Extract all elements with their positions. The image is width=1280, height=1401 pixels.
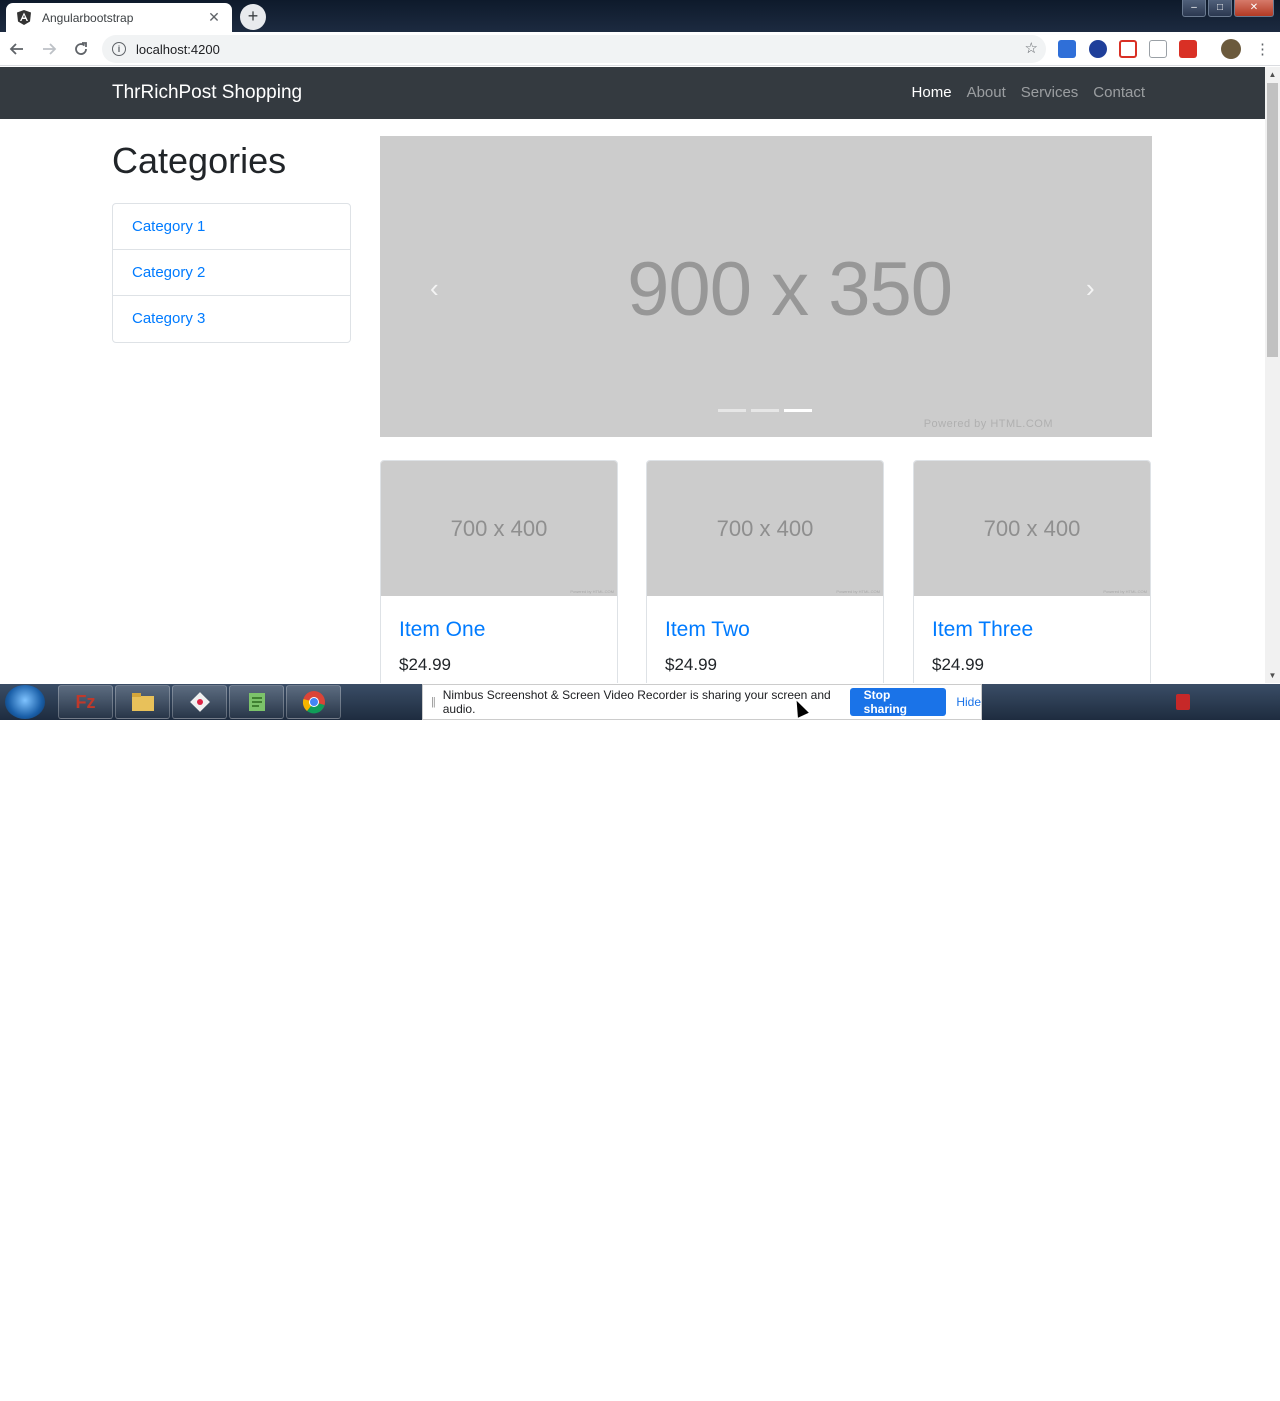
carousel-indicators xyxy=(718,409,817,412)
product-image-text: 700 x 400 xyxy=(983,516,1081,541)
product-image[interactable]: 700 x 400 Powered by HTML.COM xyxy=(914,461,1150,596)
scroll-up-icon[interactable]: ▲ xyxy=(1265,67,1280,82)
carousel-indicator[interactable] xyxy=(751,409,779,412)
window-close-button[interactable]: ✕ xyxy=(1234,0,1274,17)
carousel-indicator-active[interactable] xyxy=(784,409,812,412)
info-icon[interactable]: i xyxy=(112,42,126,56)
cors-extension-icon[interactable] xyxy=(1179,40,1197,58)
stop-sharing-button[interactable]: Stop sharing xyxy=(849,688,947,716)
nav-link-about[interactable]: About xyxy=(967,84,1006,101)
browser-tab[interactable]: Angularbootstrap ✕ xyxy=(6,3,232,32)
shield-extension-icon[interactable] xyxy=(1149,40,1167,58)
scroll-thumb[interactable] xyxy=(1267,83,1278,357)
product-title[interactable]: Item One xyxy=(399,618,485,642)
product-card: 700 x 400 Powered by HTML.COM Item Three… xyxy=(913,460,1151,683)
file-explorer-taskbar-icon[interactable] xyxy=(115,685,170,719)
profile-avatar[interactable] xyxy=(1221,39,1241,59)
tab-title: Angularbootstrap xyxy=(42,10,134,25)
share-message: Nimbus Screenshot & Screen Video Recorde… xyxy=(442,688,831,716)
product-card: 700 x 400 Powered by HTML.COM Item Two $… xyxy=(646,460,884,683)
product-title[interactable]: Item Three xyxy=(932,618,1033,642)
minimize-button[interactable]: – xyxy=(1182,0,1206,17)
extension-icon-3[interactable] xyxy=(1119,40,1137,58)
angular-logo-icon xyxy=(16,10,32,26)
reload-icon xyxy=(75,41,87,55)
back-arrow-icon xyxy=(9,42,23,55)
product-price: $24.99 xyxy=(932,655,984,674)
clock-date: 6/4/2020 xyxy=(1211,1387,1255,1399)
extension-icon-2[interactable] xyxy=(1089,40,1107,58)
category-item-2[interactable]: Category 2 xyxy=(113,250,350,296)
tab-close-icon[interactable]: ✕ xyxy=(206,9,222,26)
page-scrollbar[interactable]: ▲ ▼ xyxy=(1265,67,1280,683)
url-text[interactable]: localhost:4200 xyxy=(136,42,220,57)
product-image[interactable]: 700 x 400 Powered by HTML.COM xyxy=(381,461,617,596)
back-button[interactable] xyxy=(2,34,32,64)
product-image-text: 700 x 400 xyxy=(450,516,548,541)
category-item-3[interactable]: Category 3 xyxy=(113,296,350,342)
carousel-placeholder-text: 900 x 350 xyxy=(627,247,953,332)
start-button[interactable] xyxy=(5,685,45,719)
notepad-taskbar-icon[interactable] xyxy=(229,685,284,719)
bookmark-star-icon[interactable]: ☆ xyxy=(1025,39,1038,57)
browser-titlebar: Angularbootstrap ✕ + – □ ✕ xyxy=(0,0,1280,32)
image-carousel: 900 x 350 ‹ › Powered by HTML.COM xyxy=(380,136,1152,437)
carousel-powered-by: Powered by HTML.COM xyxy=(923,418,1053,430)
address-bar[interactable]: i localhost:4200 ☆ xyxy=(102,35,1046,63)
product-image[interactable]: 700 x 400 Powered by HTML.COM xyxy=(647,461,883,596)
clock-time: 10:09 PM xyxy=(1209,1372,1257,1384)
browser-toolbar: i localhost:4200 ☆ xyxy=(0,32,1280,66)
screen-share-notification: || Nimbus Screenshot & Screen Video Reco… xyxy=(422,684,982,720)
product-price: $24.99 xyxy=(399,655,451,674)
site-brand[interactable]: ThrRichPost Shopping xyxy=(112,82,302,104)
product-image-powered: Powered by HTML.COM xyxy=(1103,589,1147,594)
nav-links: Home About Services Contact xyxy=(897,84,1145,101)
hide-button[interactable]: Hide xyxy=(956,695,981,709)
tray-expand-icon[interactable]: ▲ xyxy=(1150,1378,1160,1389)
product-image-powered: Powered by HTML.COM xyxy=(836,589,880,594)
nav-link-home[interactable]: Home xyxy=(912,84,952,101)
carousel-indicator[interactable] xyxy=(718,409,746,412)
extension-icon-1[interactable] xyxy=(1058,40,1076,58)
forward-button[interactable] xyxy=(34,34,64,64)
category-list: Category 1 Category 2 Category 3 xyxy=(112,203,351,343)
scroll-down-icon[interactable]: ▼ xyxy=(1265,668,1280,683)
new-tab-button[interactable]: + xyxy=(240,4,266,30)
window-controls: – □ ✕ xyxy=(1180,0,1274,17)
web-page: ThrRichPost Shopping Home About Services… xyxy=(0,67,1265,683)
git-taskbar-icon[interactable] xyxy=(172,685,227,719)
product-image-text: 700 x 400 xyxy=(716,516,814,541)
product-image-powered: Powered by HTML.COM xyxy=(570,589,614,594)
product-price: $24.99 xyxy=(665,655,717,674)
forward-arrow-icon xyxy=(43,42,57,55)
browser-menu-icon[interactable]: ⋮ xyxy=(1255,40,1270,58)
category-item-1[interactable]: Category 1 xyxy=(113,204,350,250)
product-card: 700 x 400 Powered by HTML.COM Item One $… xyxy=(380,460,618,683)
categories-title: Categories xyxy=(112,140,287,181)
nav-link-contact[interactable]: Contact xyxy=(1093,84,1145,101)
maximize-button[interactable]: □ xyxy=(1208,0,1232,17)
tray-app-icon[interactable] xyxy=(1176,694,1190,710)
carousel-prev-icon[interactable]: ‹ xyxy=(430,273,439,304)
filezilla-taskbar-icon[interactable]: Fz xyxy=(58,685,113,719)
drag-handle-icon[interactable]: || xyxy=(431,696,436,708)
product-title[interactable]: Item Two xyxy=(665,618,750,642)
system-clock[interactable]: 10:09 PM 6/4/2020 xyxy=(1200,1371,1266,1401)
reload-button[interactable] xyxy=(66,34,96,64)
nav-link-services[interactable]: Services xyxy=(1021,84,1079,101)
chrome-taskbar-icon[interactable] xyxy=(286,685,341,719)
carousel-next-icon[interactable]: › xyxy=(1086,273,1095,304)
site-navbar: ThrRichPost Shopping Home About Services… xyxy=(0,67,1265,119)
